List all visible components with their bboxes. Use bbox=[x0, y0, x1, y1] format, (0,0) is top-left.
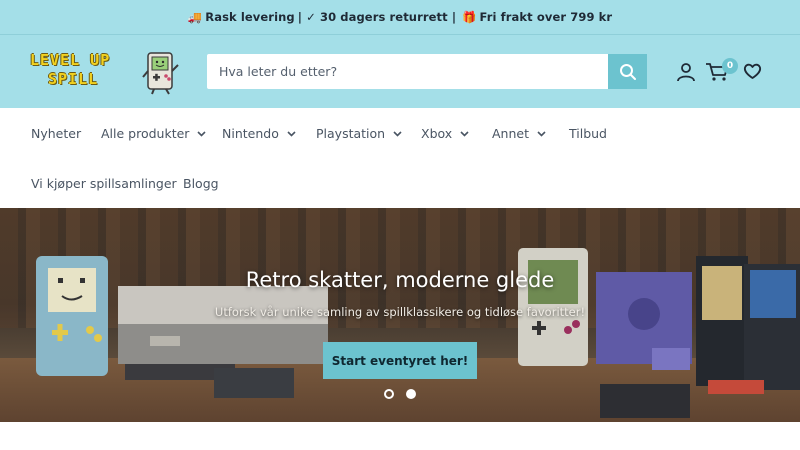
nav-label: Alle produkter bbox=[101, 126, 190, 141]
search-icon bbox=[619, 63, 636, 80]
chevron-down-icon bbox=[537, 130, 546, 137]
search-bar bbox=[207, 54, 647, 89]
nav-label: Nyheter bbox=[31, 126, 82, 141]
hero-subtitle: Utforsk vår unike samling av spillklassi… bbox=[214, 305, 586, 319]
logo-line-1: LEVEL UP bbox=[30, 51, 111, 69]
chevron-down-icon bbox=[460, 130, 469, 137]
hero-title: Retro skatter, moderne glede bbox=[245, 268, 555, 292]
gameboy-mascot-icon bbox=[142, 52, 179, 95]
announcement-returns: | ✓ 30 dagers returrett | bbox=[297, 10, 457, 24]
nav-item-xbox[interactable]: Xbox bbox=[421, 126, 469, 141]
search-button[interactable] bbox=[608, 54, 647, 89]
nav-item-vi-kjoper[interactable]: Vi kjøper spillsamlinger bbox=[31, 176, 177, 191]
nav-item-playstation[interactable]: Playstation bbox=[316, 126, 402, 141]
logo[interactable]: LEVEL UP SPILL bbox=[30, 49, 180, 97]
nav-item-alle-produkter[interactable]: Alle produkter bbox=[101, 126, 207, 141]
announcement-shipping: Fri frakt over 799 kr bbox=[479, 10, 613, 24]
nav-item-nintendo[interactable]: Nintendo bbox=[222, 126, 296, 141]
logo-text: LEVEL UP SPILL bbox=[30, 51, 110, 89]
user-icon bbox=[677, 63, 695, 82]
nav-label: Xbox bbox=[421, 126, 453, 141]
chevron-down-icon bbox=[393, 130, 402, 137]
hero-banner: Retro skatter, moderne glede Utforsk vår… bbox=[0, 208, 800, 422]
carousel-dot-1[interactable] bbox=[384, 389, 394, 399]
heart-icon bbox=[744, 63, 761, 79]
announcement-bar: 🚚 Rask levering | ✓ 30 dagers returrett … bbox=[0, 0, 800, 34]
truck-icon: 🚚 bbox=[187, 10, 203, 24]
cart-count-badge: 0 bbox=[722, 58, 738, 74]
nav-label: Nintendo bbox=[222, 126, 279, 141]
chevron-down-icon bbox=[287, 130, 296, 137]
wishlist-button[interactable] bbox=[743, 62, 762, 80]
search-input[interactable] bbox=[207, 54, 608, 89]
nav-label: Annet bbox=[492, 126, 529, 141]
site-header: LEVEL UP SPILL Hva leter du etter? 0 bbox=[0, 34, 800, 108]
nav-item-nyheter[interactable]: Nyheter bbox=[31, 126, 81, 141]
nav-item-tilbud[interactable]: Tilbud bbox=[569, 126, 607, 141]
gift-icon: 🎁 bbox=[462, 10, 477, 24]
chevron-down-icon bbox=[197, 130, 207, 137]
announcement-delivery: Rask levering bbox=[205, 10, 295, 24]
carousel-dot-2[interactable] bbox=[406, 389, 416, 399]
nav-item-annet[interactable]: Annet bbox=[492, 126, 546, 141]
logo-line-2: SPILL bbox=[48, 70, 99, 88]
nav-item-blogg[interactable]: Blogg bbox=[183, 176, 219, 191]
nav-label: Vi kjøper spillsamlinger bbox=[31, 176, 177, 191]
nav-label: Playstation bbox=[316, 126, 386, 141]
nav-label: Tilbud bbox=[569, 126, 607, 141]
account-button[interactable] bbox=[676, 62, 696, 82]
main-navigation: Nyheter Alle produkter Nintendo Playstat… bbox=[0, 108, 800, 208]
hero-cta-button[interactable]: Start eventyret her! bbox=[323, 342, 477, 379]
nav-label: Blogg bbox=[183, 176, 219, 191]
